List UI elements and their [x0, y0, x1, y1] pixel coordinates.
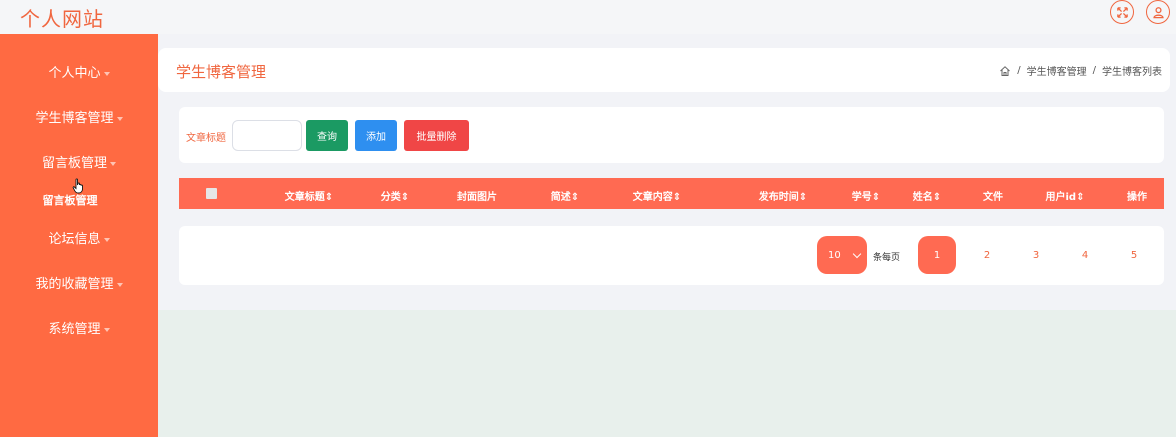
table-header: 文章标题⇕ 分类⇕ 封面图片 简述⇕ 文章内容⇕ 发布时间⇕ 学号⇕ 姓名⇕ 文…: [179, 178, 1164, 209]
column-cover-image: 封面图片: [457, 188, 497, 203]
add-button[interactable]: 添加: [355, 120, 397, 151]
page-button-1[interactable]: 1: [918, 236, 956, 274]
sidebar-item-label: 我的收藏管理: [35, 277, 114, 292]
sidebar-item-forum[interactable]: 论坛信息: [0, 228, 158, 247]
home-icon[interactable]: [999, 65, 1011, 77]
breadcrumb: / 学生博客管理 / 学生博客列表: [999, 63, 1162, 78]
fullscreen-icon[interactable]: [1110, 0, 1134, 24]
query-button[interactable]: 查询: [306, 120, 348, 151]
column-actions: 操作: [1127, 188, 1147, 203]
page-size-select[interactable]: 10: [817, 236, 867, 274]
breadcrumb-separator: /: [1017, 65, 1021, 76]
select-all-checkbox[interactable]: [206, 188, 217, 199]
pagination-card: 10 条每页 1 2 3 4 5: [179, 226, 1164, 285]
sidebar-item-system[interactable]: 系统管理: [0, 318, 158, 337]
column-label: 文章内容: [632, 192, 673, 203]
caret-down-icon: [103, 71, 110, 76]
main-area: 学生博客管理 / 学生博客管理 / 学生博客列表 文章标题 查询 添加 批量删除…: [158, 34, 1176, 437]
hand-cursor-icon: [72, 178, 83, 194]
site-title: 个人网站: [20, 7, 104, 31]
caret-down-icon: [116, 282, 123, 287]
caret-down-icon: [103, 237, 110, 242]
column-publish-time[interactable]: 发布时间⇕: [759, 188, 807, 203]
sidebar-item-favorites[interactable]: 我的收藏管理: [0, 273, 158, 292]
sidebar-item-label: 系统管理: [48, 322, 101, 337]
column-label: 学号: [851, 192, 872, 203]
article-title-input[interactable]: [232, 120, 302, 151]
chevron-down-icon: [852, 249, 862, 259]
sidebar-item-message-board[interactable]: 留言板管理: [0, 152, 158, 171]
sidebar-item-label: 论坛信息: [48, 232, 101, 247]
column-article-title[interactable]: 文章标题⇕: [285, 188, 333, 203]
article-title-label: 文章标题: [186, 133, 226, 144]
page-button-3[interactable]: 3: [1017, 236, 1055, 274]
column-summary[interactable]: 简述⇕: [551, 188, 579, 203]
breadcrumb-item-blog-list: 学生博客列表: [1102, 67, 1162, 78]
caret-down-icon: [116, 116, 123, 121]
sidebar-item-label: 学生博客管理: [35, 111, 114, 126]
top-bar: 个人网站: [0, 0, 1176, 34]
page-button-2[interactable]: 2: [968, 236, 1006, 274]
sidebar-item-student-blog[interactable]: 学生博客管理: [0, 107, 158, 126]
page-size-value: 10: [828, 249, 841, 261]
title-card: 学生博客管理 / 学生博客管理 / 学生博客列表: [158, 48, 1170, 92]
submenu-item-message-board[interactable]: 留言板管理: [0, 192, 140, 208]
column-label: 发布时间: [758, 192, 799, 203]
page-button-4[interactable]: 4: [1066, 236, 1104, 274]
column-name[interactable]: 姓名⇕: [913, 188, 941, 203]
batch-delete-button[interactable]: 批量删除: [404, 120, 469, 151]
top-icons: [1110, 0, 1170, 24]
column-student-id[interactable]: 学号⇕: [852, 188, 880, 203]
column-article-content[interactable]: 文章内容⇕: [633, 188, 681, 203]
sidebar-item-personal-center[interactable]: 个人中心: [0, 62, 158, 81]
column-label: 分类: [380, 192, 401, 203]
column-label: 文件: [983, 192, 1003, 203]
user-icon[interactable]: [1146, 0, 1170, 24]
column-category[interactable]: 分类⇕: [381, 188, 409, 203]
caret-down-icon: [103, 327, 110, 332]
column-label: 用户id: [1045, 192, 1077, 203]
sidebar: 个人中心 学生博客管理 留言板管理 留言板管理 论坛信息 我的收藏管理 系统管理: [0, 34, 158, 437]
column-label: 封面图片: [457, 192, 497, 203]
column-label: 文章标题: [284, 192, 325, 203]
column-label: 姓名: [912, 192, 933, 203]
column-label: 简述: [550, 192, 571, 203]
column-label: 操作: [1127, 192, 1147, 203]
search-card: 文章标题 查询 添加 批量删除: [179, 107, 1164, 163]
column-file: 文件: [983, 188, 1003, 203]
sidebar-item-label: 留言板管理: [41, 156, 107, 171]
caret-down-icon: [110, 161, 116, 166]
sidebar-item-label: 个人中心: [48, 66, 101, 81]
column-user-id[interactable]: 用户id⇕: [1046, 188, 1085, 203]
breadcrumb-separator: /: [1092, 65, 1096, 76]
per-page-label: 条每页: [873, 253, 901, 263]
page-button-5[interactable]: 5: [1115, 236, 1153, 274]
page-title: 学生博客管理: [176, 63, 267, 81]
breadcrumb-item-student-blog[interactable]: 学生博客管理: [1027, 63, 1087, 78]
